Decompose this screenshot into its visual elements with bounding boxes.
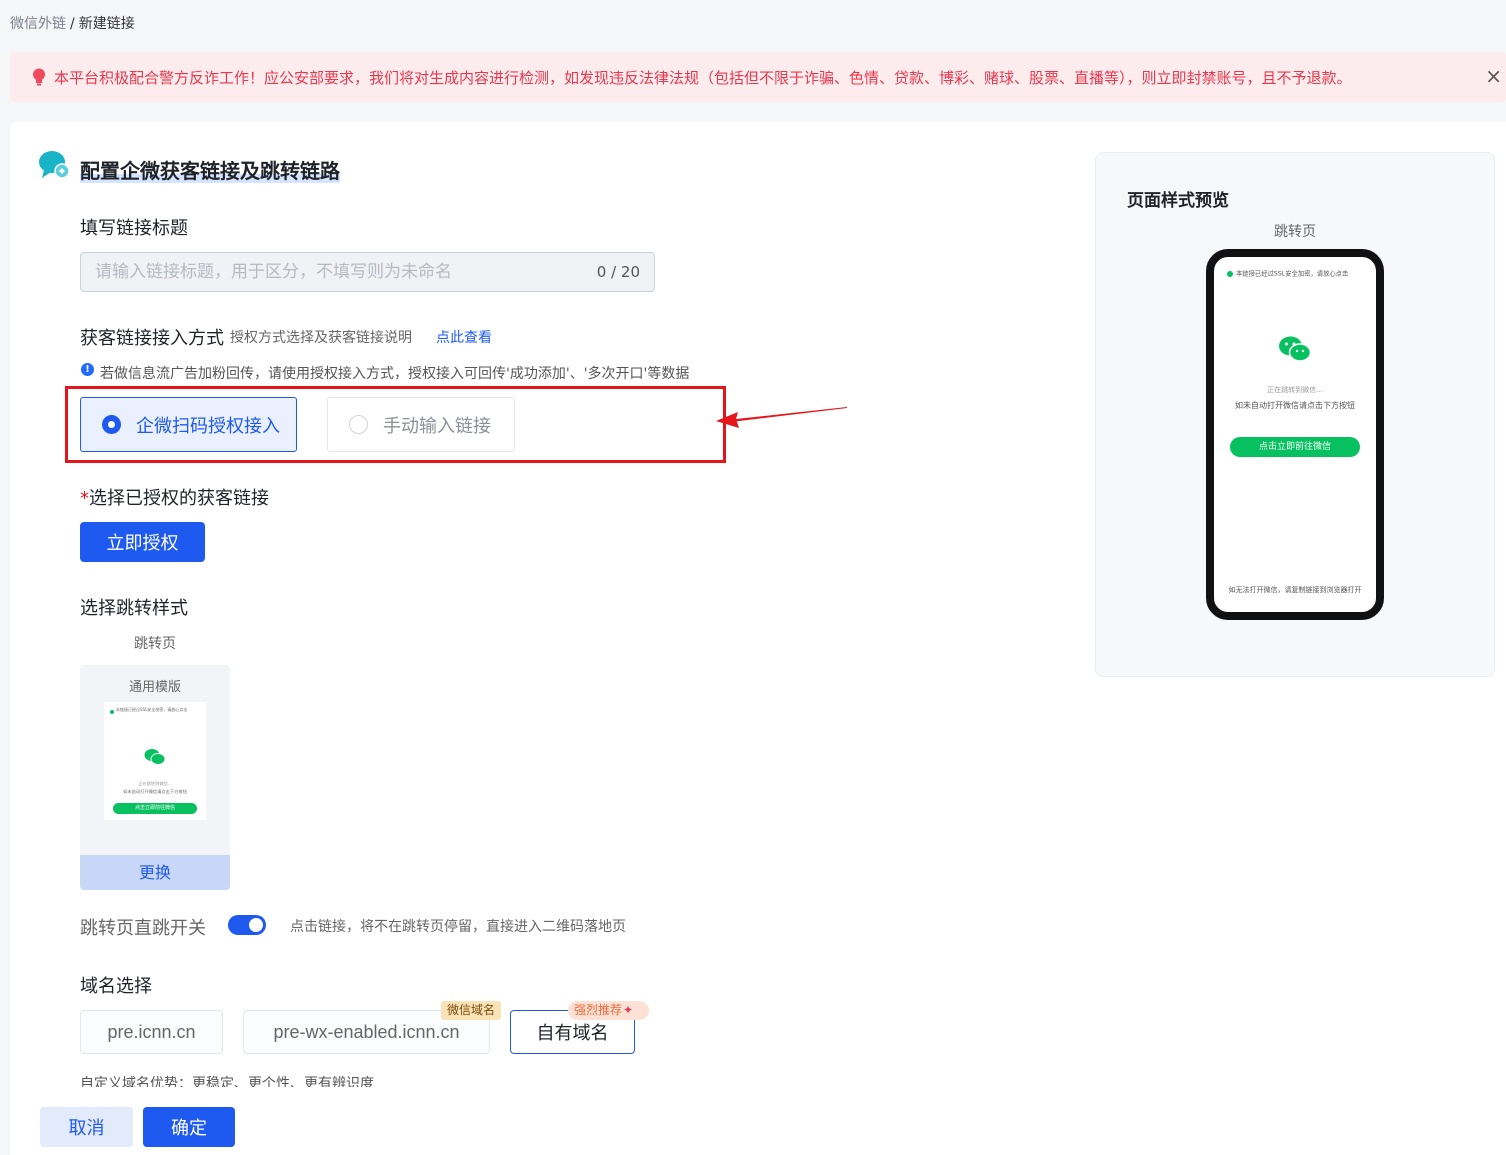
section-title: 配置企微获客链接及跳转链路 [80,159,340,183]
wechat-icon [144,749,166,765]
view-details-link[interactable]: 点此查看 [436,327,492,347]
auth-link-label: *选择已授权的获客链接 [80,488,269,509]
change-template-button[interactable]: 更换 [80,855,230,890]
option-manual-link-label: 手动输入链接 [383,415,491,437]
warning-alert: 本平台积极配合警方反诈工作！应公安部要求，我们将对生成内容进行检测，如发现违反法… [10,52,1506,102]
template-card[interactable]: 通用模版 本链接已经过SSL安全加密，请放心点击 正在跳转到微信... 如未自动… [80,665,230,890]
phone-ssl-text: 本链接已经过SSL安全加密，请放心点击 [1236,269,1349,278]
link-title-input[interactable] [81,253,561,291]
breadcrumb-current: 新建链接 [78,16,135,32]
phone-hint-text: 如未自动打开微信请点击下方按钮 [1235,401,1355,410]
authorize-button[interactable]: 立即授权 [80,522,205,562]
chat-bubble-icon [39,151,70,179]
cancel-button[interactable]: 取消 [40,1107,133,1147]
jump-style-sub: 跳转页 [134,636,176,652]
phone-status-text: 正在跳转到微信... [1267,386,1323,394]
breadcrumb-parent[interactable]: 微信外链 [10,16,66,32]
pin-icon: ✦ [623,1003,634,1017]
bulb-icon [33,68,45,86]
close-icon[interactable]: × [1485,64,1502,88]
access-mode-desc: 授权方式选择及获客链接说明 [230,330,412,346]
link-title-label: 填写链接标题 [80,218,188,239]
ssl-shield-icon [1227,271,1233,277]
direct-jump-label: 跳转页直跳开关 [80,918,206,939]
domain-label: 域名选择 [80,976,152,997]
template-wechat-button: 点击立即前往微信 [113,803,197,814]
template-name: 通用模版 [128,680,181,695]
option-manual-link[interactable]: 手动输入链接 [327,397,515,452]
direct-jump-desc: 点击链接，将不在跳转页停留，直接进入二维码落地页 [290,919,626,935]
option-scan-auth[interactable]: 企微扫码授权接入 [80,397,297,452]
option-scan-auth-label: 企微扫码授权接入 [136,415,280,437]
recommend-badge: 强烈推荐✦ [568,1001,649,1020]
char-counter: 0 / 20 [596,263,640,281]
open-wechat-button: 点击立即前往微信 [1230,437,1360,457]
breadcrumb: 微信外链 / 新建链接 [10,16,135,32]
radio-unselected-icon [349,415,368,434]
access-mode-tip: 若做信息流广告加粉回传，请使用授权接入方式，授权接入可回传'成功添加'、'多次开… [100,366,690,382]
jump-style-label: 选择跳转样式 [80,598,188,619]
wechat-domain-badge: 微信域名 [441,1001,502,1020]
confirm-button[interactable]: 确定 [143,1107,235,1147]
phone-footer-text: 如无法打开微信，请复制链接到浏览器打开 [1228,586,1362,594]
info-icon: ! [81,363,94,376]
alert-text: 本平台积极配合警方反诈工作！应公安部要求，我们将对生成内容进行检测，如发现违反法… [54,69,1352,87]
annotation-arrow-icon [716,407,847,428]
direct-jump-toggle[interactable] [228,915,266,935]
phone-preview: 本链接已经过SSL安全加密，请放心点击 正在跳转到微信... 如未自动打开微信请… [1206,249,1384,620]
ssl-shield-icon [110,710,114,714]
preview-sub: 跳转页 [1274,224,1316,240]
template-thumbnail: 本链接已经过SSL安全加密，请放心点击 正在跳转到微信... 如未自动打开微信请… [104,702,206,820]
domain-advantage: 自定义域名优势：更稳定、更个性、更有辨识度 [80,1076,374,1087]
domain-option-pre[interactable]: pre.icnn.cn [80,1010,223,1054]
preview-title: 页面样式预览 [1127,191,1229,211]
link-title-field[interactable]: 0 / 20 [80,252,655,292]
access-mode-label: 获客链接接入方式 [80,328,224,349]
radio-selected-icon [102,415,121,434]
wechat-icon [1279,336,1312,362]
